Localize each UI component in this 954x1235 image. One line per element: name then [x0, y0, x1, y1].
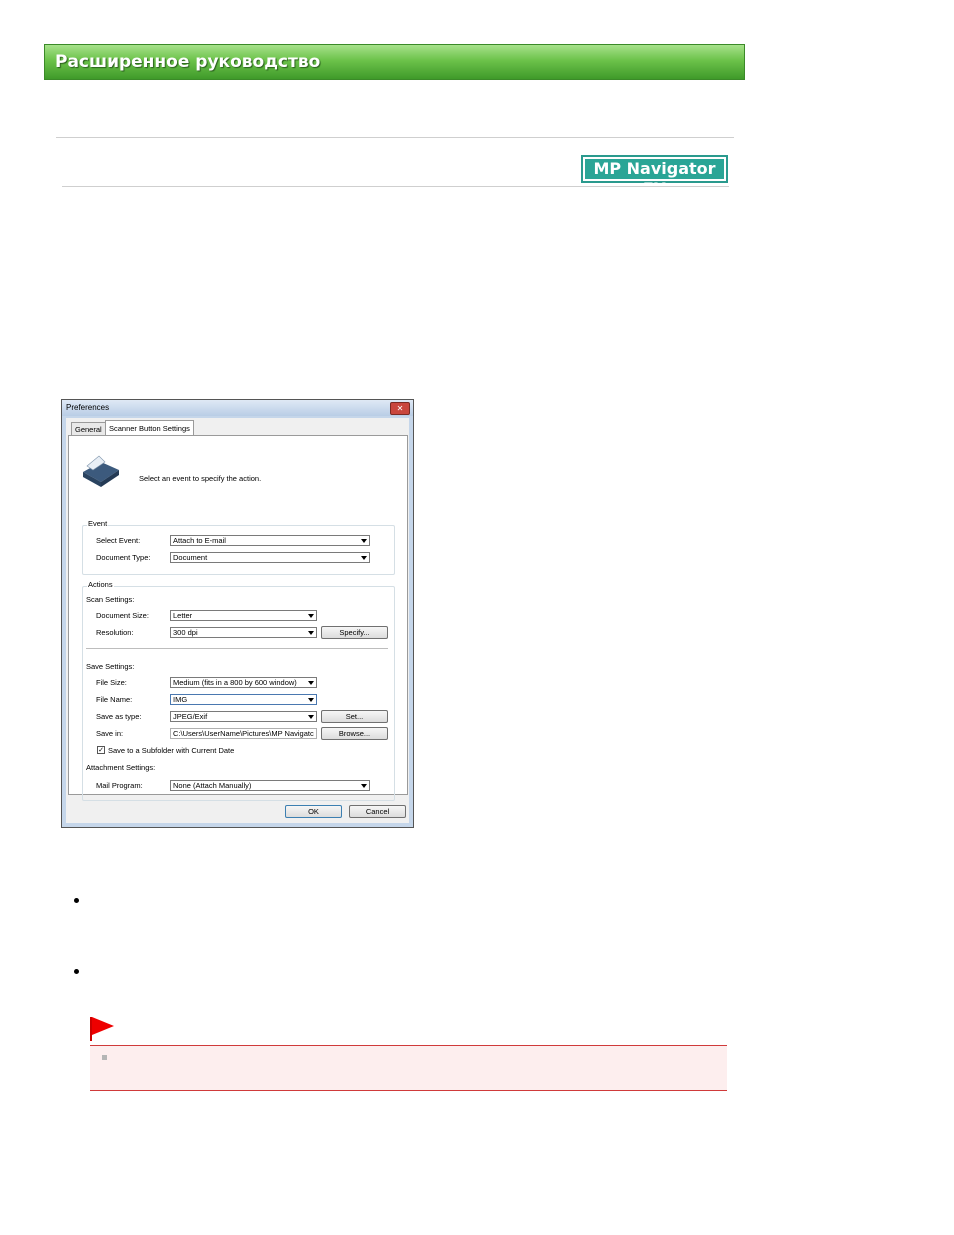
- cancel-button[interactable]: Cancel: [349, 805, 406, 818]
- file-size-value: Medium (fits in a 800 by 600 window): [173, 678, 297, 687]
- subfolder-label: Save to a Subfolder with Current Date: [108, 746, 235, 755]
- document-size-value: Letter: [173, 611, 193, 620]
- chevron-down-icon: [308, 614, 314, 618]
- save-as-type-value: JPEG/Exif: [173, 712, 208, 721]
- document-type-value: Document: [173, 553, 208, 562]
- banner-title: Расширенное руководство: [55, 52, 321, 72]
- document-size-label: Document Size:: [96, 611, 149, 620]
- file-name-label: File Name:: [96, 695, 133, 704]
- mail-program-value: None (Attach Manually): [173, 781, 252, 790]
- section-separator: [86, 648, 388, 649]
- resolution-dropdown[interactable]: 300 dpi: [170, 627, 317, 638]
- chevron-down-icon: [308, 715, 314, 719]
- ok-button[interactable]: OK: [285, 805, 342, 818]
- file-size-label: File Size:: [96, 678, 127, 687]
- mail-program-label: Mail Program:: [96, 781, 143, 790]
- browse-button[interactable]: Browse...: [321, 727, 388, 740]
- manual-banner: Расширенное руководство: [44, 44, 745, 80]
- select-event-value: Attach to E-mail: [173, 536, 226, 545]
- tab-panel: Select an event to specify the action. E…: [68, 435, 408, 801]
- file-size-dropdown[interactable]: Medium (fits in a 800 by 600 window): [170, 677, 317, 688]
- chevron-down-icon: [308, 698, 314, 702]
- tab-scanner-button-settings[interactable]: Scanner Button Settings: [105, 420, 194, 436]
- save-as-type-dropdown[interactable]: JPEG/Exif: [170, 711, 317, 722]
- note-bullet-icon: [102, 1055, 107, 1060]
- save-settings-label: Save Settings:: [86, 662, 135, 671]
- set-button[interactable]: Set...: [321, 710, 388, 723]
- specify-button[interactable]: Specify...: [321, 626, 388, 639]
- chevron-down-icon: [361, 539, 367, 543]
- scan-settings-label: Scan Settings:: [86, 595, 135, 604]
- file-name-value: IMG: [173, 695, 188, 704]
- close-icon[interactable]: ✕: [390, 402, 410, 415]
- event-group: [82, 525, 395, 575]
- select-event-label: Select Event:: [96, 536, 141, 545]
- important-flag-icon: [92, 1017, 114, 1035]
- attachment-settings-label: Attachment Settings:: [86, 763, 156, 772]
- bullet-icon: [74, 898, 79, 903]
- chevron-down-icon: [308, 681, 314, 685]
- save-in-field[interactable]: C:\Users\UserName\Pictures\MP Navigatc: [170, 728, 317, 739]
- important-note-box: [90, 1045, 727, 1091]
- chevron-down-icon: [361, 556, 367, 560]
- scanner-icon: [83, 455, 119, 487]
- subfolder-checkbox[interactable]: ✓: [97, 746, 105, 754]
- event-group-label: Event: [87, 519, 109, 528]
- divider: [56, 137, 734, 138]
- document-size-dropdown[interactable]: Letter: [170, 610, 317, 621]
- dialog-titlebar: Preferences ✕: [62, 400, 413, 416]
- product-badge-label: MP Navigator EX: [585, 159, 724, 198]
- document-type-dropdown[interactable]: Document: [170, 552, 370, 563]
- preferences-dialog: Preferences ✕ General Scanner Button Set…: [61, 399, 414, 828]
- chevron-down-icon: [308, 631, 314, 635]
- file-name-combobox[interactable]: IMG: [170, 694, 317, 705]
- check-icon: ✓: [98, 747, 104, 754]
- save-in-label: Save in:: [96, 729, 124, 738]
- mail-program-dropdown[interactable]: None (Attach Manually): [170, 780, 370, 791]
- save-as-type-label: Save as type:: [96, 712, 142, 721]
- save-in-value: C:\Users\UserName\Pictures\MP Navigatc: [173, 729, 314, 738]
- intro-text: Select an event to specify the action.: [139, 474, 262, 483]
- resolution-label: Resolution:: [96, 628, 134, 637]
- dialog-body: General Scanner Button Settings Select a…: [66, 418, 409, 823]
- bullet-icon: [74, 969, 79, 974]
- tab-general[interactable]: General: [71, 422, 106, 435]
- actions-group-label: Actions: [87, 580, 114, 589]
- chevron-down-icon: [361, 784, 367, 788]
- product-badge: MP Navigator EX: [581, 155, 728, 198]
- divider: [62, 186, 729, 187]
- resolution-value: 300 dpi: [173, 628, 198, 637]
- select-event-dropdown[interactable]: Attach to E-mail: [170, 535, 370, 546]
- dialog-title: Preferences: [66, 403, 110, 412]
- document-type-label: Document Type:: [96, 553, 151, 562]
